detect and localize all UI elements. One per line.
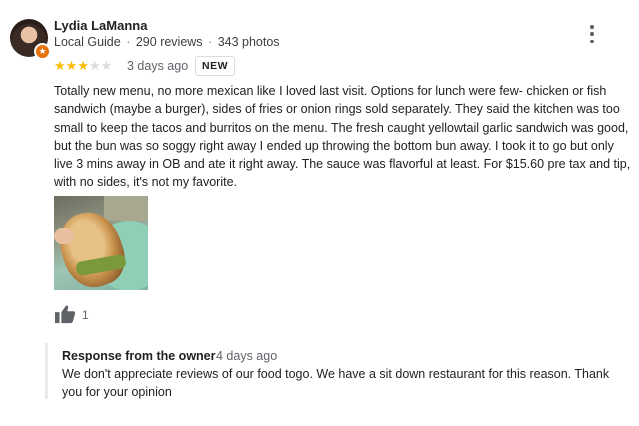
review-count: 290 reviews (135, 35, 203, 49)
owner-response-title: Response from the owner (62, 349, 216, 363)
star-empty-icon: ★ (100, 58, 113, 73)
photo-count: 343 photos (217, 35, 280, 49)
reviewer-avatar[interactable]: ★ (10, 19, 51, 60)
owner-response-text: We don't appreciate reviews of our food … (62, 367, 610, 399)
review-text: Totally new menu, no more mexican like I… (54, 84, 631, 190)
star-filled-icon: ★ (54, 58, 66, 73)
more-vert-icon[interactable] (586, 25, 598, 43)
review-photo[interactable] (54, 196, 148, 290)
star-filled-icon: ★ (77, 58, 89, 73)
local-guide-label: Local Guide (54, 35, 121, 49)
star-filled-icon: ★ (65, 58, 78, 73)
thumb-up-icon[interactable] (54, 304, 76, 324)
reviewer-meta: Local Guide · 290 reviews · 343 photos (54, 35, 280, 49)
like-count: 1 (82, 308, 89, 322)
owner-response-date: 4 days ago (216, 349, 278, 363)
owner-response: Response from the owner 4 days ago We do… (45, 343, 638, 399)
reviewer-name[interactable]: Lydia LaManna (54, 18, 147, 33)
new-badge: NEW (195, 56, 235, 76)
star-empty-icon: ★ (88, 58, 101, 73)
separator: · (126, 35, 131, 49)
local-guide-star-icon: ★ (34, 43, 51, 60)
star-rating: ★★★★★ (54, 58, 112, 74)
separator: · (208, 35, 213, 49)
review-date: 3 days ago (127, 59, 189, 73)
